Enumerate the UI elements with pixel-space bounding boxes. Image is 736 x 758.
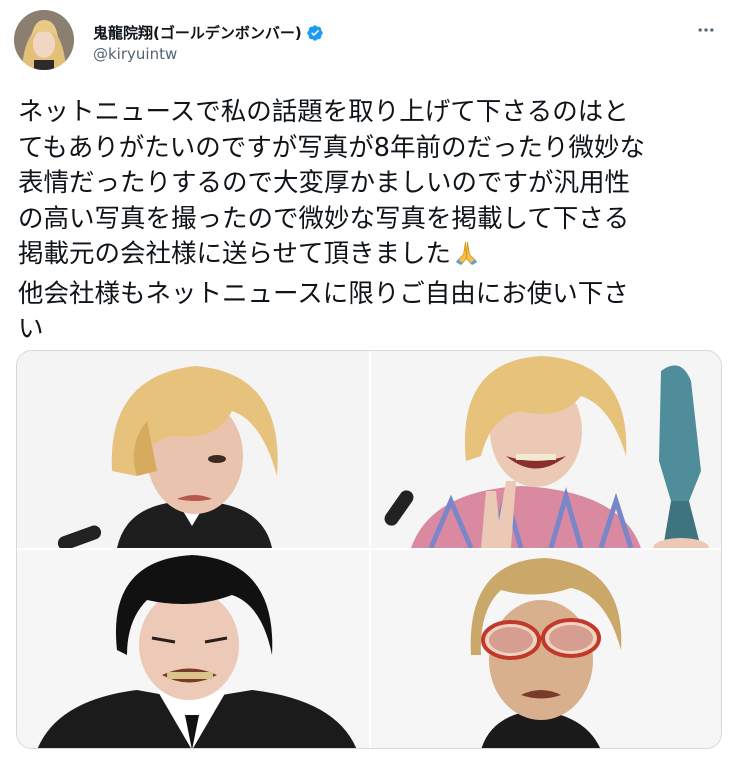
- photo-4[interactable]: [371, 550, 721, 748]
- photo-2[interactable]: [371, 351, 721, 548]
- tweet-text: ネットニュースで私の話題を取り上げて下さるのはと てもありがたいのですが写真が8…: [18, 95, 723, 348]
- tweet-line: てもありがたいのですが写真が8年前のだったり微妙な: [18, 132, 645, 163]
- photo-1[interactable]: [17, 351, 369, 548]
- photo-black-hair-grimace-suit-icon: [17, 550, 369, 748]
- photo-blonde-bob-frown-icon: [17, 351, 369, 548]
- photo-blonde-smile-peace-sign-trophy-icon: [371, 351, 721, 548]
- verified-badge-icon: [307, 24, 323, 41]
- tweet-line: 掲載元の会社様に送らせて頂きました: [18, 239, 451, 269]
- more-options-icon[interactable]: [692, 16, 720, 44]
- tweet-line: い: [18, 314, 44, 344]
- tweet-line: 他会社様もネットニュースに限りご自由にお使い下さ: [18, 278, 629, 309]
- photo-gold-hair-sunglasses-icon: [371, 550, 721, 748]
- tweet-header: 鬼龍院翔(ゴールデンボンバー) @kiryuintw: [14, 10, 722, 74]
- tweet-line: 表情だったりするので大変厚かましいのですが汎用性: [18, 168, 631, 198]
- folded-hands-emoji: [453, 239, 480, 277]
- handle[interactable]: @kiryuintw: [93, 45, 177, 63]
- photo-3[interactable]: [17, 550, 369, 748]
- tweet-line: の高い写真を撮ったので微妙な写真を掲載して下さる: [18, 203, 630, 234]
- tweet-line: ネットニュースで私の話題を取り上げて下さるのはと: [18, 97, 629, 127]
- media-grid: [16, 350, 722, 749]
- display-name[interactable]: 鬼龍院翔(ゴールデンボンバー): [93, 22, 302, 43]
- avatar[interactable]: [14, 10, 74, 70]
